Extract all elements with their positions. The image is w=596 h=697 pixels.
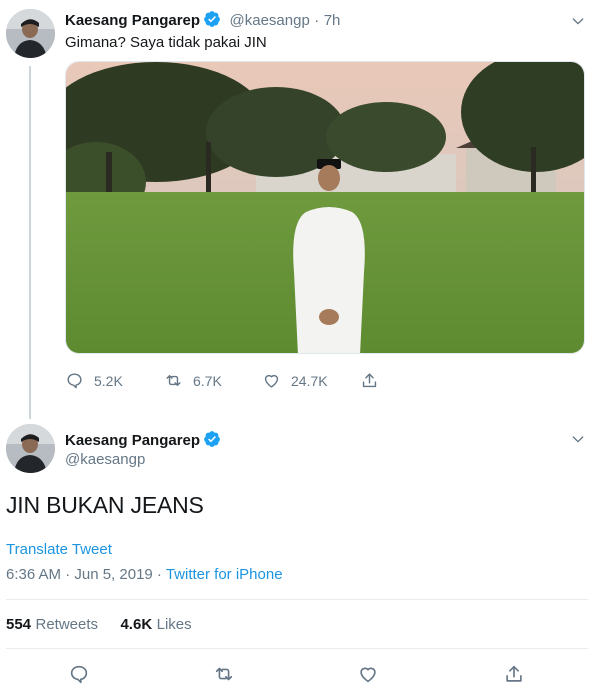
timestamp[interactable]: 6:36 AM · Jun 5, 2019 · xyxy=(6,566,166,583)
tweet-meta: 6:36 AM · Jun 5, 2019 · Twitter for iPho… xyxy=(6,566,283,583)
tweet-header: Kaesang Pangarep @kaesangp · 7h xyxy=(65,10,340,30)
share-icon xyxy=(362,373,377,388)
tweet-text: Gimana? Saya tidak pakai JIN xyxy=(65,34,267,51)
share-icon xyxy=(506,665,522,682)
reply-count: 5.2K xyxy=(94,372,123,389)
retweet-count: 6.7K xyxy=(193,372,222,389)
thread-connector-line xyxy=(29,66,31,419)
retweet-icon xyxy=(166,375,181,386)
chevron-down-icon[interactable] xyxy=(570,431,586,452)
likes-count: 4.6K xyxy=(120,616,153,633)
reply-button[interactable]: 5.2K xyxy=(65,371,123,390)
retweet-icon xyxy=(215,667,233,681)
separator: · xyxy=(314,12,320,29)
reply-button[interactable] xyxy=(68,663,90,690)
divider xyxy=(6,648,588,649)
avatar[interactable] xyxy=(6,424,55,473)
tweet-stats: 554 Retweets 4.6K Likes xyxy=(6,616,192,634)
verified-badge-icon xyxy=(203,10,221,28)
share-button[interactable] xyxy=(503,663,525,690)
like-icon xyxy=(264,374,279,388)
source-link[interactable]: Twitter for iPhone xyxy=(166,566,283,583)
like-button[interactable]: 24.7K xyxy=(262,371,328,390)
verified-badge-icon xyxy=(203,430,221,448)
display-name[interactable]: Kaesang Pangarep xyxy=(65,12,200,29)
divider xyxy=(6,599,588,600)
likes-stat[interactable]: 4.6K Likes xyxy=(120,616,191,633)
reply-icon xyxy=(70,665,88,684)
like-button[interactable] xyxy=(357,663,379,690)
avatar[interactable] xyxy=(6,9,55,58)
handle[interactable]: @kaesangp xyxy=(65,451,145,468)
chevron-down-icon[interactable] xyxy=(570,13,586,34)
tweet-text: JIN BUKAN JEANS xyxy=(6,492,204,518)
retweets-stat[interactable]: 554 Retweets xyxy=(6,616,98,633)
timestamp[interactable]: 7h xyxy=(324,12,341,29)
retweets-label: Retweets xyxy=(35,616,99,633)
reply-icon xyxy=(67,373,82,389)
display-name[interactable]: Kaesang Pangarep xyxy=(65,432,200,449)
tweet-header: Kaesang Pangarep xyxy=(65,430,221,450)
tweet-photo[interactable] xyxy=(65,61,585,354)
translate-tweet-link[interactable]: Translate Tweet xyxy=(6,541,112,558)
retweet-button[interactable] xyxy=(213,663,235,690)
like-icon xyxy=(360,667,376,683)
retweets-count: 554 xyxy=(6,616,32,633)
retweet-button[interactable]: 6.7K xyxy=(164,371,222,390)
like-count: 24.7K xyxy=(291,372,328,389)
share-button[interactable] xyxy=(360,371,379,390)
handle[interactable]: @kaesangp xyxy=(230,12,310,29)
likes-label: Likes xyxy=(156,616,192,633)
